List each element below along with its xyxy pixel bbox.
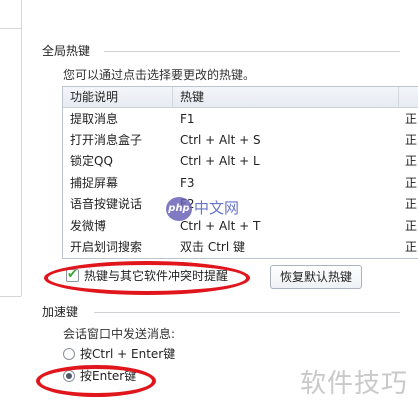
table-row[interactable]: 捕捉屏幕 F3 正 — [63, 172, 418, 193]
row-status: 正 — [405, 133, 418, 148]
highlight-ring-checkbox — [44, 261, 250, 295]
row-status: 正 — [405, 197, 418, 212]
row-function: 打开消息盒子 — [70, 133, 143, 148]
row-hotkey[interactable]: F3 — [173, 173, 399, 193]
table-row[interactable]: 锁定QQ Ctrl + Alt + L 正 — [63, 151, 418, 172]
column-header-hotkey[interactable]: 热键 — [173, 87, 399, 107]
highlight-ring-enter-option — [36, 365, 156, 397]
row-status: 正 — [405, 240, 418, 255]
accelerator-divider — [94, 312, 400, 313]
table-row[interactable]: 语音按键说话 F2 正 — [63, 194, 418, 215]
global-hotkeys-divider — [104, 51, 400, 52]
hotkey-table: 功能说明 热键 提取消息 F1 正 打开消息盒子 Ctrl + Alt + S … — [62, 86, 418, 259]
table-header: 功能说明 热键 — [63, 87, 418, 108]
row-status: 正 — [405, 218, 418, 233]
global-hotkeys-title: 全局热键 — [42, 44, 91, 58]
window-edge-bottom — [0, 296, 21, 297]
hotkeys-hint: 您可以通过点击选择要更改的热键。 — [63, 68, 256, 82]
radio-ctrl-enter-label[interactable]: 按Ctrl + Enter键 — [80, 347, 175, 361]
window-edge-vertical — [21, 0, 22, 296]
row-function: 语音按键说话 — [70, 197, 143, 212]
row-function: 开启划词搜索 — [70, 240, 143, 255]
row-status: 正 — [405, 111, 418, 126]
php-text-watermark: 中文网 — [194, 199, 240, 217]
row-status: 正 — [405, 175, 418, 190]
restore-default-hotkeys-button[interactable]: 恢复默认热键 — [270, 265, 362, 289]
column-header-function[interactable]: 功能说明 — [63, 87, 173, 107]
accelerator-title: 加速键 — [42, 305, 79, 319]
radio-ctrl-enter[interactable] — [63, 348, 75, 360]
row-function: 提取消息 — [70, 111, 119, 126]
row-hotkey[interactable]: Ctrl + Alt + L — [173, 151, 399, 171]
table-row[interactable]: 开启划词搜索 双击 Ctrl 键 正 — [63, 236, 418, 257]
send-message-prompt: 会话窗口中发送消息: — [63, 327, 176, 341]
php-logo-watermark: php — [166, 197, 192, 221]
window-edge-top — [0, 28, 21, 29]
table-row[interactable]: 提取消息 F1 正 — [63, 108, 418, 129]
row-hotkey[interactable]: 双击 Ctrl 键 — [173, 237, 399, 257]
table-row[interactable]: 打开消息盒子 Ctrl + Alt + S 正 — [63, 129, 418, 150]
row-hotkey[interactable]: F1 — [173, 109, 399, 129]
row-function: 锁定QQ — [70, 154, 113, 169]
row-function: 捕捉屏幕 — [70, 175, 119, 190]
row-hotkey[interactable]: Ctrl + Alt + T — [173, 216, 399, 236]
row-function: 发微博 — [70, 218, 107, 233]
row-status: 正 — [405, 154, 418, 169]
row-hotkey[interactable]: Ctrl + Alt + S — [173, 130, 399, 150]
table-row[interactable]: 发微博 Ctrl + Alt + T 正 — [63, 215, 418, 236]
site-watermark: 软件技巧 — [300, 369, 409, 399]
